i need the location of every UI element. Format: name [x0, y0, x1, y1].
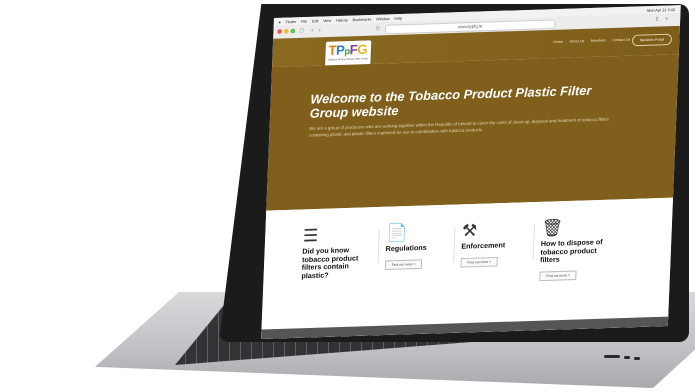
layers-icon: ☰	[302, 225, 319, 246]
new-tab-icon[interactable]: +	[665, 16, 669, 24]
apple-icon[interactable]: ●	[278, 19, 280, 24]
menu-item[interactable]: History	[336, 17, 348, 22]
laptop-screen: ● Finder File Edit View History Bookmark…	[261, 5, 681, 339]
gavel-icon: ⚒	[461, 220, 478, 241]
card-title: Did you know tobacco product filters con…	[301, 245, 359, 280]
shield-icon[interactable]: ◇	[375, 25, 380, 33]
find-out-more-button[interactable]: Find out more >	[539, 270, 577, 281]
menu-item[interactable]: Finder	[286, 19, 297, 24]
card-disposal[interactable]: 🗑 How to dispose of tobacco product filt…	[539, 216, 617, 281]
menu-item[interactable]: Help	[394, 15, 402, 20]
site-logo[interactable]: TPpFG Tobacco Product Plastic Filter Gro…	[324, 40, 372, 67]
nav-members[interactable]: Members	[591, 39, 606, 43]
bin-icon: 🗑	[541, 218, 564, 238]
nav-home[interactable]: Home	[553, 40, 563, 44]
port-icon	[624, 356, 630, 359]
maximize-window-button[interactable]	[290, 28, 296, 34]
card-divider	[532, 224, 535, 259]
card-divider	[377, 229, 380, 264]
card-title: How to dispose of tobacco product filter…	[539, 237, 603, 265]
find-out-more-button[interactable]: Find out more >	[384, 258, 423, 270]
sidebar-icon[interactable]: □	[300, 27, 304, 35]
menubar-clock: Mon Apr 21 3:42	[647, 6, 676, 13]
nav-about[interactable]: About Us	[569, 39, 584, 43]
card-title: Regulations	[385, 243, 427, 253]
menu-item[interactable]: Bookmarks	[352, 16, 371, 21]
menu-item[interactable]: Edit	[312, 18, 319, 23]
logo-subtitle: Tobacco Product Plastic Filter Group	[327, 57, 368, 62]
back-icon[interactable]: ‹	[311, 27, 313, 35]
port-icon	[634, 357, 640, 360]
minimize-window-button[interactable]	[283, 28, 289, 34]
share-icon[interactable]: ⇧	[655, 16, 660, 24]
nav-contact[interactable]: Contact Us	[612, 38, 630, 42]
card-divider	[453, 227, 456, 262]
port-icon	[604, 355, 620, 358]
card-regulations[interactable]: 📄 Regulations Find out more >	[384, 222, 453, 271]
document-search-icon: 📄	[385, 223, 408, 243]
laptop-ports	[604, 355, 644, 365]
menu-item[interactable]: File	[301, 18, 307, 23]
find-out-more-button[interactable]: Find out more >	[460, 256, 499, 268]
forward-icon[interactable]: ›	[319, 27, 321, 35]
card-title: Enforcement	[461, 240, 506, 251]
menu-item[interactable]: Window	[376, 16, 390, 21]
card-enforcement[interactable]: ⚒ Enforcement Find out more >	[460, 219, 530, 268]
members-portal-button[interactable]: Members Portal	[631, 33, 673, 47]
menu-item[interactable]: View	[323, 18, 331, 23]
close-window-button[interactable]	[277, 29, 283, 34]
card-filters-plastic[interactable]: ☰ Did you know tobacco product filters c…	[301, 224, 371, 280]
